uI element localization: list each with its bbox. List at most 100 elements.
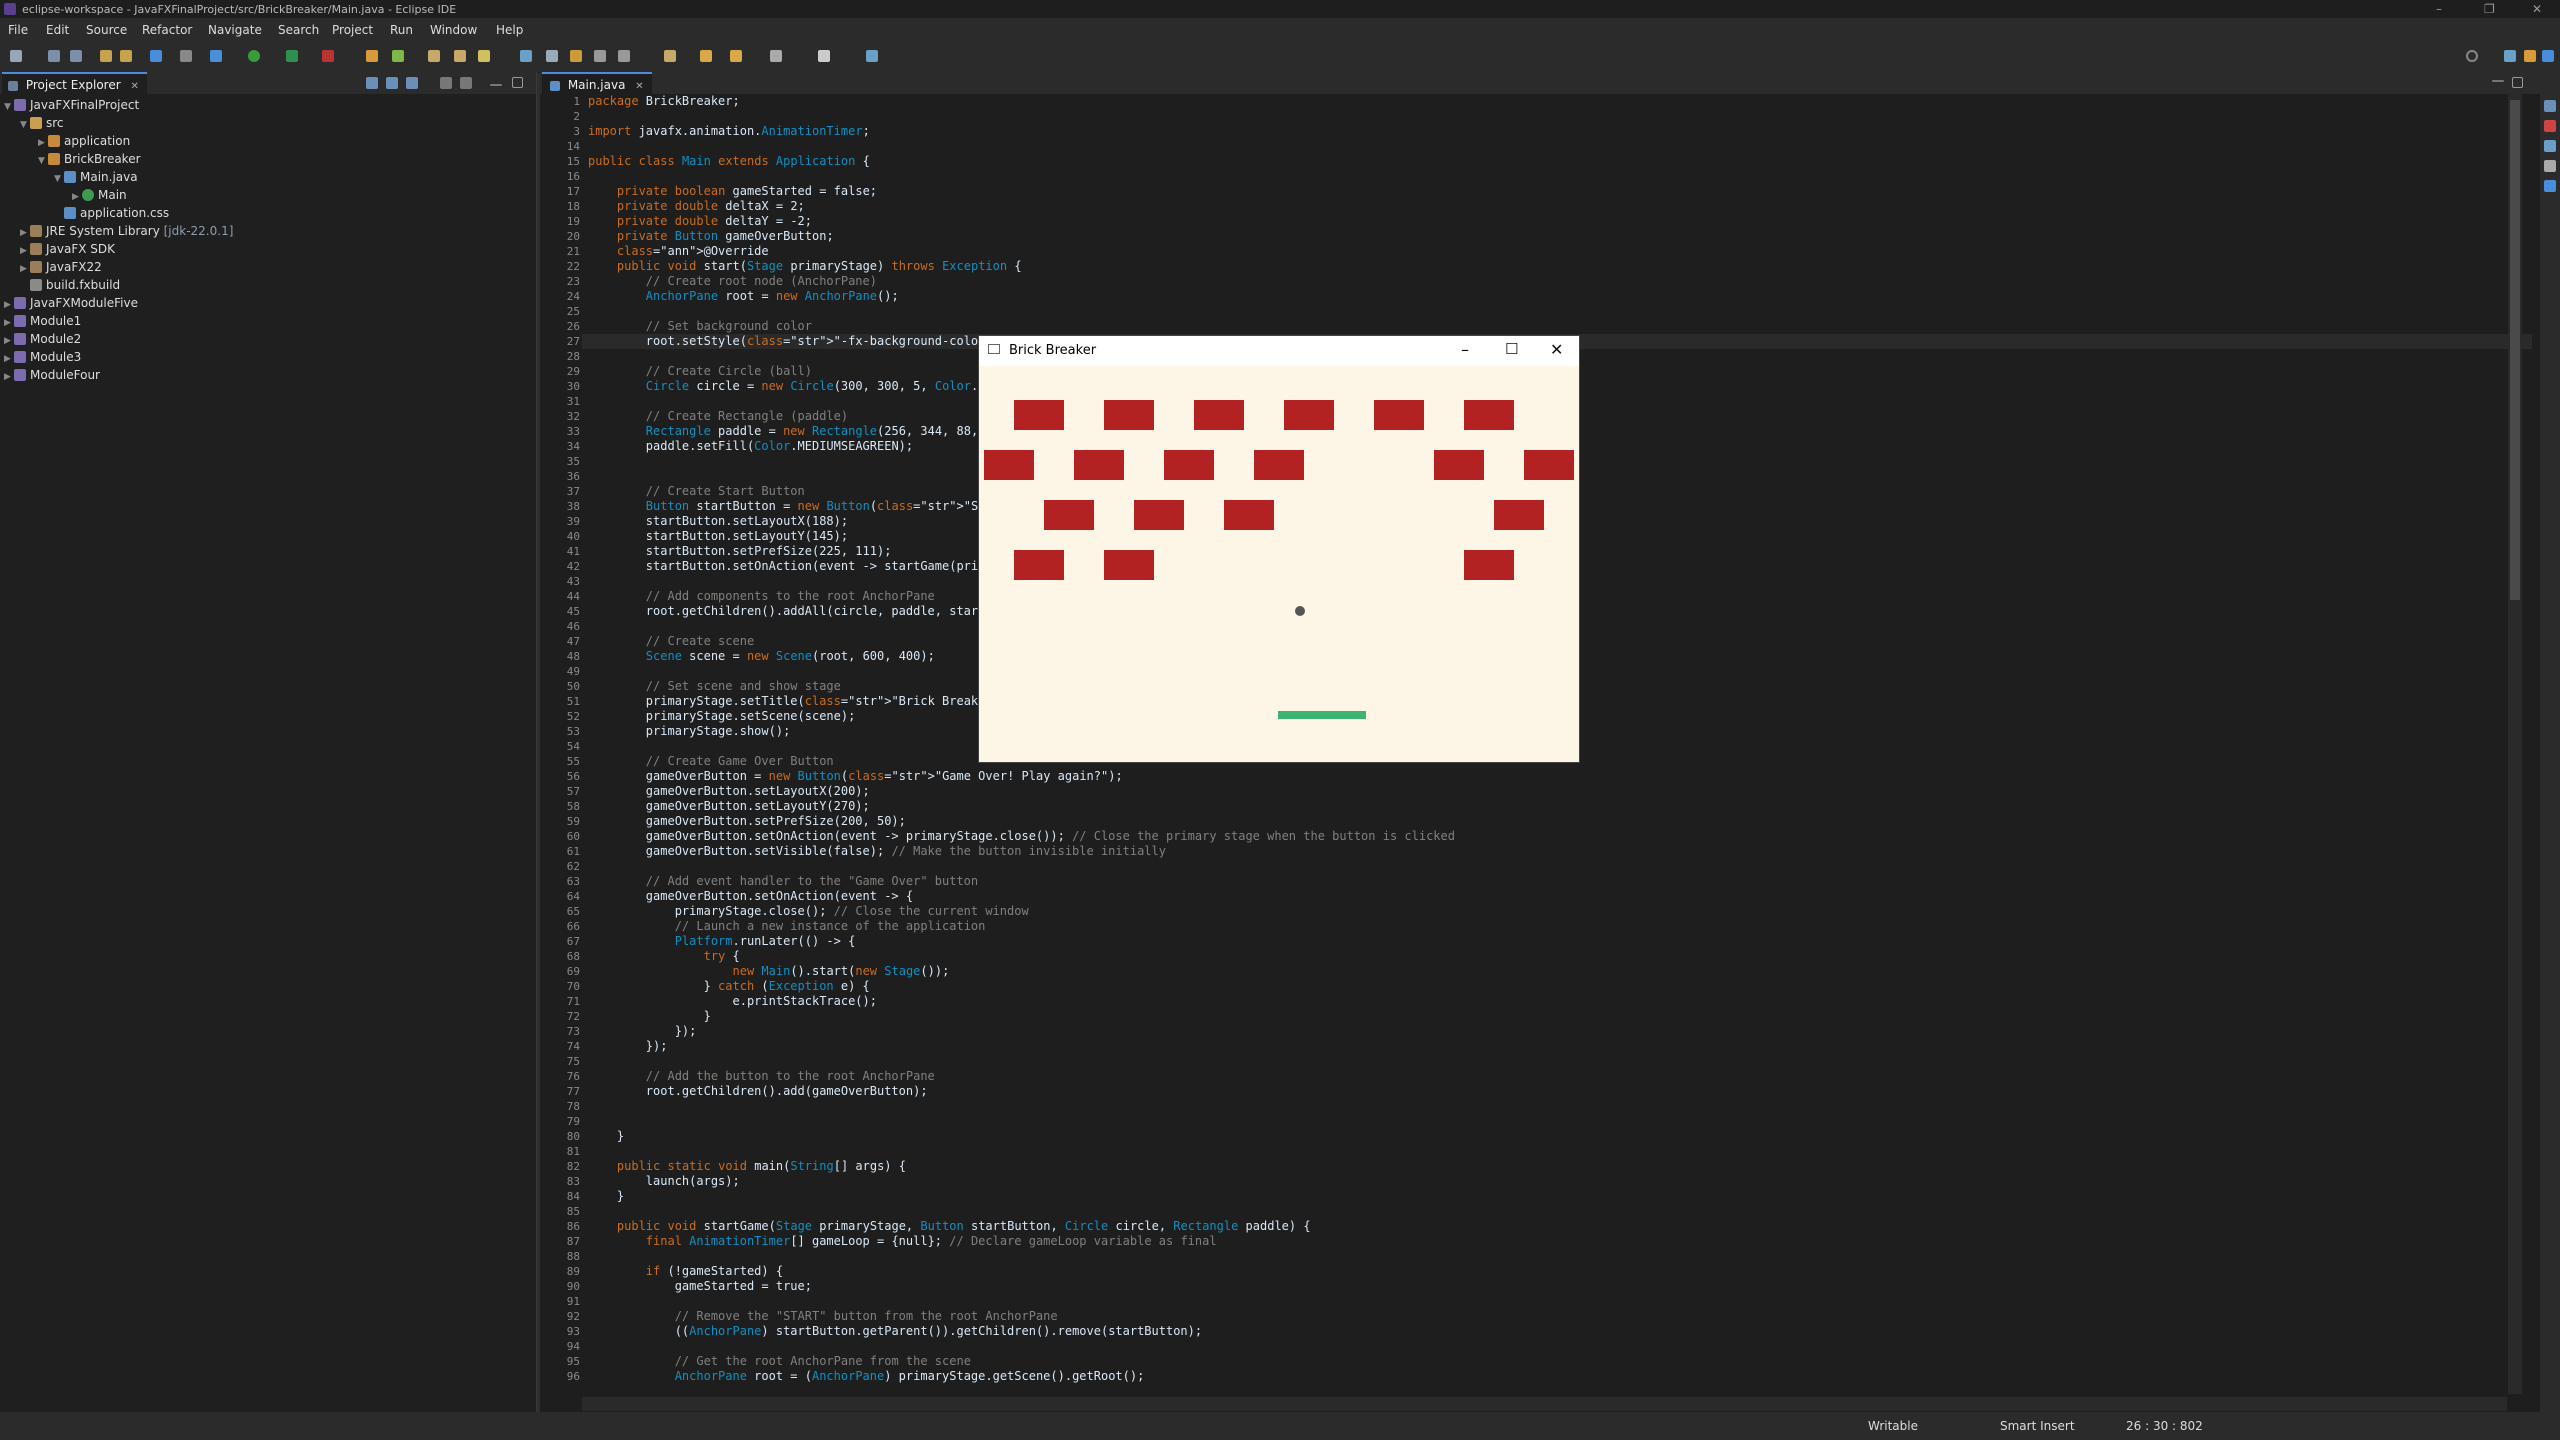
tab-main-java[interactable]: Main.java ✕ (542, 72, 652, 94)
tree-item-modulefour[interactable]: ▶ ModuleFour (4, 366, 100, 384)
scrollbar-thumb[interactable] (2510, 100, 2520, 600)
tree-item-module2[interactable]: ▶ Module2 (4, 330, 81, 348)
new-java-project-icon[interactable] (366, 50, 378, 62)
menu-search[interactable]: Search (278, 23, 319, 37)
maximize-editor-icon[interactable] (2512, 77, 2523, 88)
external-tools-icon[interactable] (322, 50, 334, 62)
project-explorer-tabbar: Project Explorer ✕ (0, 72, 536, 94)
menu-window[interactable]: Window (430, 23, 477, 37)
menu-refactor[interactable]: Refactor (142, 23, 192, 37)
chevron-down-icon[interactable]: ▼ (38, 152, 48, 170)
menu-file[interactable]: File (8, 23, 28, 37)
restore-button[interactable]: ❐ (2484, 2, 2495, 16)
debug-perspective-icon[interactable] (2542, 50, 2554, 62)
line-number: 60 (566, 830, 580, 843)
redo-icon[interactable] (120, 50, 132, 62)
java-perspective-icon[interactable] (2524, 50, 2536, 62)
menu-edit[interactable]: Edit (46, 23, 69, 37)
collapse-all-icon[interactable] (366, 77, 378, 89)
menu-help[interactable]: Help (496, 23, 523, 37)
minimize-editor-icon[interactable] (2492, 80, 2504, 82)
tree-item-javafx22[interactable]: ▶ JavaFX22 (20, 258, 102, 276)
maximize-view-icon[interactable] (512, 77, 523, 88)
chevron-down-icon[interactable]: ▼ (54, 170, 64, 188)
nav-forward-icon[interactable] (818, 50, 830, 62)
tree-item-brickbreaker[interactable]: ▼ BrickBreaker (38, 150, 141, 168)
problems-icon[interactable] (2544, 120, 2556, 132)
run-icon[interactable] (248, 50, 260, 62)
pilcrow-icon[interactable] (618, 50, 630, 62)
tree-item-src[interactable]: ▼ src (20, 114, 64, 132)
skip-icon[interactable] (180, 50, 192, 62)
menu-navigate[interactable]: Navigate (208, 23, 262, 37)
menu-source[interactable]: Source (86, 23, 127, 37)
focus-icon[interactable] (440, 77, 452, 89)
link-editor-icon[interactable] (386, 77, 398, 89)
vertical-scrollbar[interactable] (2508, 94, 2522, 1394)
tree-item-javafx-sdk[interactable]: ▶ JavaFX SDK (20, 240, 115, 258)
menu-run[interactable]: Run (390, 23, 413, 37)
tree-item-build-fxbuild[interactable]: build.fxbuild (20, 276, 120, 294)
menu-project[interactable]: Project (332, 23, 373, 37)
close-icon[interactable]: ✕ (635, 81, 643, 92)
toggle-mark-icon[interactable] (520, 50, 532, 62)
undo-icon[interactable] (100, 50, 112, 62)
chevron-right-icon[interactable]: ▶ (4, 368, 14, 386)
line-number: 71 (566, 995, 580, 1008)
save-all-icon[interactable] (70, 50, 82, 62)
line-number: 72 (566, 1010, 580, 1023)
new-package-icon[interactable] (392, 50, 404, 62)
line-number: 77 (566, 1085, 580, 1098)
horizontal-scrollbar[interactable] (582, 1397, 2507, 1411)
next-annotation-icon[interactable] (570, 50, 582, 62)
chevron-down-icon[interactable]: ▼ (4, 98, 14, 116)
javadoc-icon[interactable] (2544, 140, 2556, 152)
last-edit-icon[interactable] (664, 50, 676, 62)
close-button[interactable]: ✕ (2532, 2, 2542, 16)
paddle[interactable] (1278, 711, 1366, 719)
filter-icon[interactable] (406, 77, 418, 89)
new-icon[interactable] (10, 50, 22, 62)
show-whitespace-icon[interactable] (594, 50, 606, 62)
open-type-icon[interactable] (454, 50, 466, 62)
tab-project-explorer[interactable]: Project Explorer ✕ (2, 72, 147, 94)
outline-icon[interactable] (2544, 100, 2556, 112)
declaration-icon[interactable] (2544, 160, 2556, 172)
forward-icon[interactable] (730, 50, 742, 62)
code-line: // Set background color (645, 319, 812, 333)
tree-item-module3[interactable]: ▶ Module3 (4, 348, 81, 366)
game-canvas[interactable] (979, 366, 1579, 762)
marketplace-icon[interactable] (866, 50, 878, 62)
insert-mode-status[interactable]: Smart Insert (2000, 1419, 2075, 1433)
search-icon[interactable] (2466, 50, 2478, 62)
console-icon[interactable] (2544, 180, 2556, 192)
back-icon[interactable] (700, 50, 712, 62)
nav-back-icon[interactable] (770, 50, 782, 62)
tree-item-module1[interactable]: ▶ Module1 (4, 312, 81, 330)
minimize-view-icon[interactable] (490, 84, 502, 86)
game-minimize-button[interactable]: – (1461, 340, 1469, 359)
debug-icon[interactable] (210, 50, 222, 62)
line-number: 57 (566, 785, 580, 798)
coverage-icon[interactable] (286, 50, 298, 62)
tree-item-application-css[interactable]: application.css (54, 204, 169, 222)
view-menu-icon[interactable] (460, 77, 472, 89)
game-close-button[interactable]: ✕ (1550, 340, 1563, 359)
block-selection-icon[interactable] (546, 50, 558, 62)
chevron-down-icon[interactable]: ▼ (20, 116, 30, 134)
tree-item-project[interactable]: ▼ JavaFXFinalProject (4, 96, 139, 114)
tree-item-javafxmodulefive[interactable]: ▶ JavaFXModuleFive (4, 294, 138, 312)
minimize-button[interactable]: – (2436, 2, 2442, 16)
tree-item-application[interactable]: ▶ application (38, 132, 130, 150)
open-folder-icon[interactable] (428, 50, 440, 62)
refresh-icon[interactable] (150, 50, 162, 62)
open-perspective-icon[interactable] (2504, 50, 2516, 62)
tree-item-main-java[interactable]: ▼ Main.java (54, 168, 138, 186)
close-icon[interactable]: ✕ (131, 81, 139, 92)
code-line: public static void main(String[] args) { (616, 1159, 906, 1173)
tree-item-jre[interactable]: ▶ JRE System Library [jdk-22.0.1] (20, 222, 233, 240)
game-maximize-button[interactable]: ☐ (1505, 340, 1518, 358)
tree-item-main-class[interactable]: ▶ Main (72, 186, 127, 204)
save-icon[interactable] (48, 50, 60, 62)
search-tool-icon[interactable] (478, 50, 490, 62)
